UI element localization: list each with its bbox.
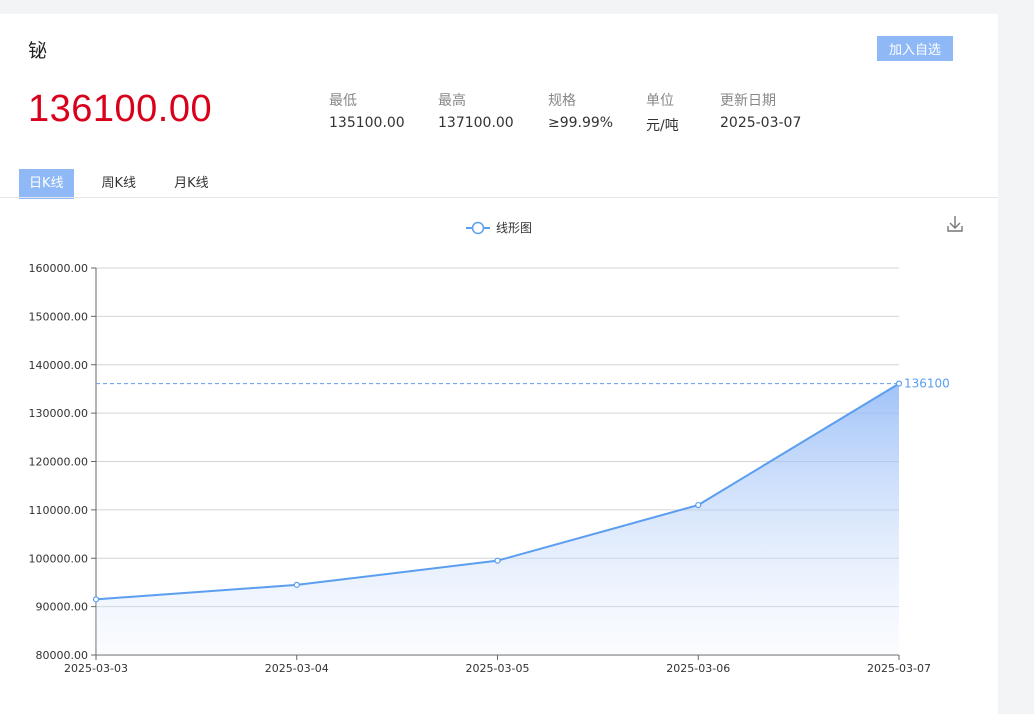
y-tick-label: 150000.00 — [29, 310, 89, 323]
y-tick-label: 140000.00 — [29, 359, 89, 372]
download-icon[interactable] — [947, 216, 963, 232]
price-chart: 80000.00 90000.00 100000.00 110000.00 120000… — [29, 216, 963, 675]
y-tick-label: 110000.00 — [29, 504, 89, 517]
x-tick-label: 2025-03-07 — [867, 662, 931, 675]
data-point — [895, 380, 903, 387]
y-tick-label: 120000.00 — [29, 456, 89, 469]
y-tick-label: 80000.00 — [36, 649, 89, 662]
y-tick-label: 160000.00 — [29, 262, 89, 275]
legend-marker-icon — [471, 221, 485, 235]
series-area — [96, 383, 899, 655]
legend[interactable]: 线形图 — [466, 221, 532, 235]
data-point — [92, 596, 100, 603]
y-tick-label: 130000.00 — [29, 407, 89, 420]
x-tick-label: 2025-03-03 — [64, 662, 128, 675]
data-point — [695, 501, 702, 509]
x-tick-label: 2025-03-06 — [666, 662, 730, 675]
x-tick-label: 2025-03-04 — [265, 662, 329, 675]
y-tick-label: 100000.00 — [29, 552, 89, 565]
legend-label: 线形图 — [496, 221, 532, 235]
y-tick-label: 90000.00 — [36, 601, 89, 614]
markline-label: 136100 — [904, 377, 950, 391]
data-point — [293, 581, 300, 588]
data-point — [494, 557, 501, 564]
x-tick-label: 2025-03-05 — [466, 662, 530, 675]
